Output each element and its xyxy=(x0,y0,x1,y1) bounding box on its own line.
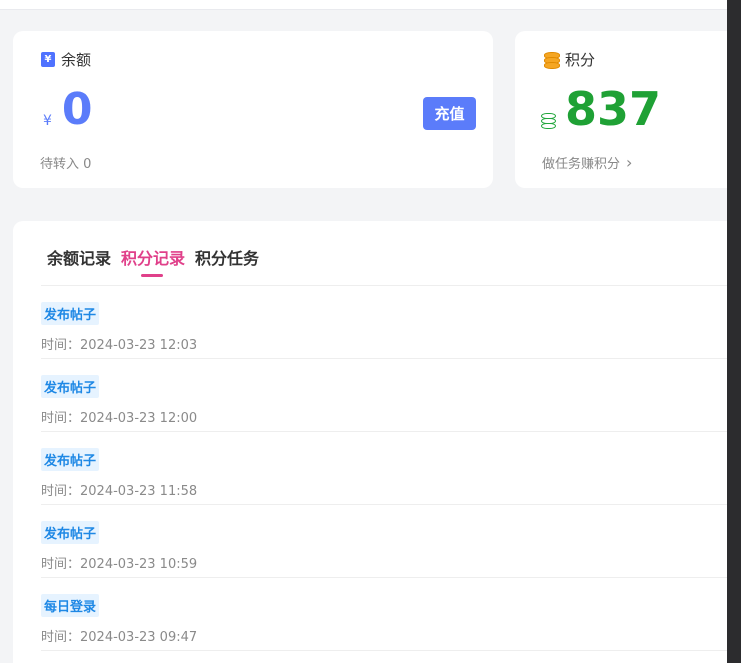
records-panel: 余额记录 积分记录 积分任务 发布帖子 时间：2024-03-23 12:03 … xyxy=(13,221,727,663)
record-time: 时间：2024-03-23 12:03 xyxy=(41,338,198,353)
coins-outline-icon xyxy=(541,111,557,129)
list-item: 发布帖子 时间：2024-03-23 12:03 xyxy=(41,286,727,359)
points-value-row: 837 xyxy=(541,83,661,135)
balance-card: ¥ 余额 ¥ 0 充值 待转入 0 xyxy=(13,31,493,188)
balance-header: ¥ 余额 xyxy=(41,49,91,70)
record-time: 时间：2024-03-23 10:59 xyxy=(41,557,198,572)
list-item: 每日登录 时间：2024-03-23 09:47 xyxy=(41,578,727,651)
tab-bar: 余额记录 积分记录 积分任务 xyxy=(47,245,259,277)
points-header: 积分 xyxy=(543,49,595,70)
points-title: 积分 xyxy=(565,51,596,69)
list-item: 发布帖子 时间：2024-03-23 11:58 xyxy=(41,432,727,505)
top-bar xyxy=(0,0,727,10)
tab-points-records[interactable]: 积分记录 xyxy=(121,245,185,277)
record-time: 时间：2024-03-23 12:00 xyxy=(41,411,198,426)
earn-points-label: 做任务赚积分 xyxy=(542,157,621,172)
list-item: 发布帖子 时间：2024-03-23 12:00 xyxy=(41,359,727,432)
record-tag: 发布帖子 xyxy=(41,521,100,544)
record-tag: 每日登录 xyxy=(41,594,100,617)
recharge-button[interactable]: 充值 xyxy=(423,97,476,130)
currency-symbol: ¥ xyxy=(43,113,52,129)
record-tag: 发布帖子 xyxy=(41,375,100,398)
record-list: 发布帖子 时间：2024-03-23 12:03 发布帖子 时间：2024-03… xyxy=(41,286,727,651)
balance-value: 0 xyxy=(61,84,93,135)
tab-balance-records[interactable]: 余额记录 xyxy=(47,245,111,269)
earn-points-link[interactable]: 做任务赚积分 › xyxy=(542,153,632,172)
points-value: 837 xyxy=(565,82,662,136)
tab-points-tasks[interactable]: 积分任务 xyxy=(195,245,259,269)
list-item: 发布帖子 时间：2024-03-23 10:59 xyxy=(41,505,727,578)
record-time: 时间：2024-03-23 11:58 xyxy=(41,484,198,499)
points-card: 积分 837 做任务赚积分 › xyxy=(515,31,727,188)
record-tag: 发布帖子 xyxy=(41,448,100,471)
balance-value-row: ¥ 0 xyxy=(43,85,93,135)
scrollbar-edge xyxy=(727,0,741,663)
record-tag: 发布帖子 xyxy=(41,302,100,325)
balance-title: 余额 xyxy=(61,51,92,69)
chevron-right-icon: › xyxy=(626,153,633,172)
coins-icon xyxy=(543,51,560,69)
wallet-icon: ¥ xyxy=(41,52,55,67)
record-time: 时间：2024-03-23 09:47 xyxy=(41,630,198,645)
pending-balance: 待转入 0 xyxy=(40,157,92,172)
